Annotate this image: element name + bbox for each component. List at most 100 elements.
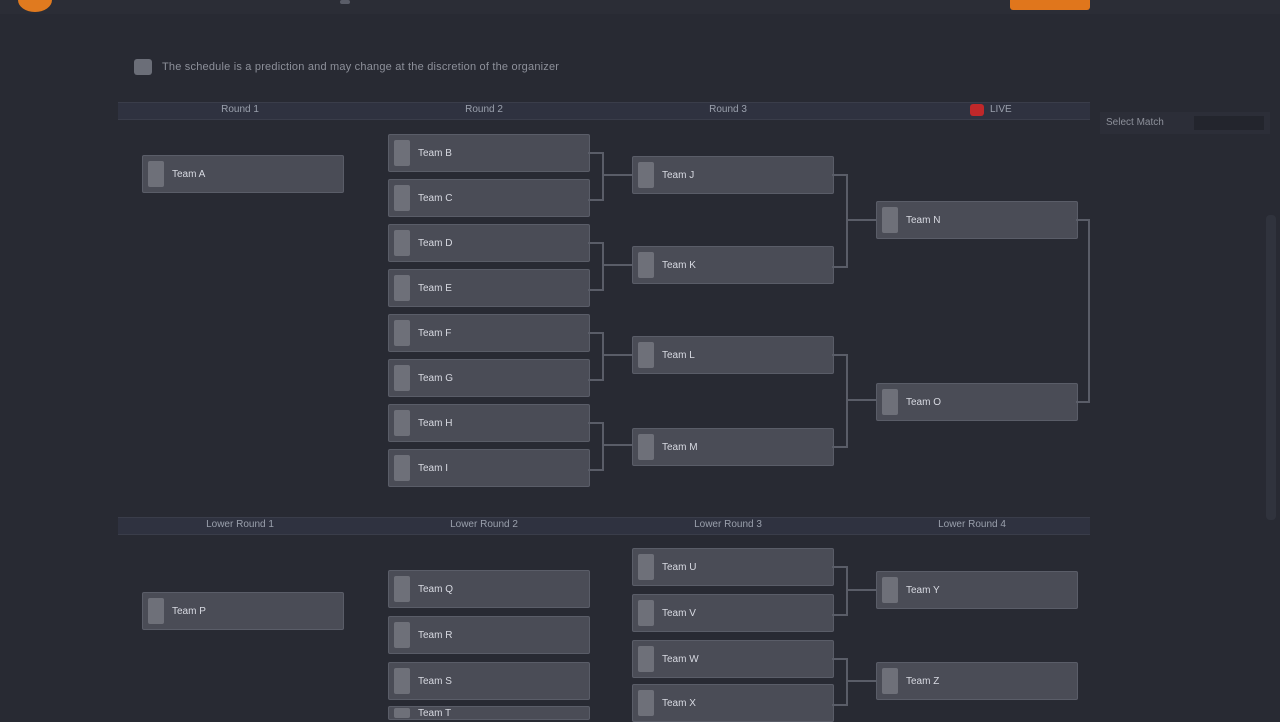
team-logo-icon bbox=[148, 161, 164, 187]
bracket-connector bbox=[588, 152, 604, 201]
match-card[interactable]: Team F bbox=[388, 314, 590, 352]
match-card[interactable]: Team Z bbox=[876, 662, 1078, 700]
match-card[interactable]: Team C bbox=[388, 179, 590, 217]
bracket-connector bbox=[832, 354, 848, 448]
match-card[interactable]: Team W bbox=[632, 640, 834, 678]
stage-label: Lower Round 1 bbox=[206, 519, 274, 530]
team-name: Team O bbox=[906, 396, 942, 408]
notice-text: The schedule is a prediction and may cha… bbox=[162, 61, 560, 73]
primary-cta-button[interactable] bbox=[1010, 0, 1090, 10]
team-logo-icon bbox=[638, 600, 654, 626]
match-card[interactable]: Team Y bbox=[876, 571, 1078, 609]
side-panel-button[interactable] bbox=[1194, 116, 1264, 130]
team-name: Team D bbox=[418, 237, 453, 249]
match-card[interactable]: Team U bbox=[632, 548, 834, 586]
bracket-connector bbox=[602, 354, 632, 356]
team-name: Team X bbox=[662, 697, 696, 709]
bracket-connector bbox=[588, 422, 604, 471]
stage-label: Round 3 bbox=[709, 104, 747, 115]
bracket-connector bbox=[602, 174, 632, 176]
match-card[interactable]: Team N bbox=[876, 201, 1078, 239]
match-card[interactable]: Team V bbox=[632, 594, 834, 632]
stage-label: Lower Round 2 bbox=[450, 519, 518, 530]
team-name: Team E bbox=[418, 282, 452, 294]
team-logo-icon bbox=[638, 252, 654, 278]
match-card[interactable]: Team O bbox=[876, 383, 1078, 421]
team-name: Team L bbox=[662, 349, 695, 361]
team-logo-icon bbox=[638, 690, 654, 716]
match-card[interactable]: Team B bbox=[388, 134, 590, 172]
team-logo-icon bbox=[638, 434, 654, 460]
team-logo-icon bbox=[394, 622, 410, 648]
team-logo-icon bbox=[882, 577, 898, 603]
menu-dot[interactable] bbox=[340, 0, 350, 4]
match-card[interactable]: Team M bbox=[632, 428, 834, 466]
live-label: LIVE bbox=[990, 104, 1012, 115]
match-card[interactable]: Team K bbox=[632, 246, 834, 284]
bracket-connector bbox=[602, 264, 632, 266]
team-logo-icon bbox=[638, 646, 654, 672]
match-card[interactable]: Team T bbox=[388, 706, 590, 720]
live-indicator-icon bbox=[970, 104, 984, 116]
team-name: Team S bbox=[418, 675, 452, 687]
team-logo-icon bbox=[394, 365, 410, 391]
team-logo-icon bbox=[148, 598, 164, 624]
team-logo-icon bbox=[394, 410, 410, 436]
stage-label: Round 1 bbox=[221, 104, 259, 115]
match-card[interactable]: Team I bbox=[388, 449, 590, 487]
bracket-connector bbox=[846, 680, 876, 682]
upper-bracket-stage-bar: Round 1 Round 2 Round 3 bbox=[118, 102, 1090, 120]
match-card[interactable]: Team A bbox=[142, 155, 344, 193]
team-name: Team N bbox=[906, 214, 941, 226]
team-name: Team T bbox=[418, 707, 452, 719]
team-logo-icon bbox=[394, 140, 410, 166]
match-card[interactable]: Team H bbox=[388, 404, 590, 442]
match-card[interactable]: Team X bbox=[632, 684, 834, 722]
bracket-connector bbox=[832, 658, 848, 706]
team-logo-icon bbox=[394, 185, 410, 211]
team-name: Team H bbox=[418, 417, 453, 429]
team-logo-icon bbox=[394, 455, 410, 481]
team-name: Team I bbox=[418, 462, 449, 474]
team-name: Team U bbox=[662, 561, 697, 573]
match-card[interactable]: Team L bbox=[632, 336, 834, 374]
match-card[interactable]: Team G bbox=[388, 359, 590, 397]
team-logo-icon bbox=[394, 576, 410, 602]
match-card[interactable]: Team Q bbox=[388, 570, 590, 608]
team-logo-icon bbox=[394, 320, 410, 346]
team-logo-icon bbox=[394, 230, 410, 256]
team-name: Team W bbox=[662, 653, 699, 665]
team-name: Team R bbox=[418, 629, 453, 641]
bracket-connector bbox=[832, 174, 848, 268]
team-name: Team P bbox=[172, 605, 206, 617]
notice-banner: The schedule is a prediction and may cha… bbox=[134, 56, 559, 78]
team-name: Team J bbox=[662, 169, 695, 181]
team-logo-icon bbox=[638, 162, 654, 188]
bracket-connector bbox=[588, 242, 604, 291]
scrollbar[interactable] bbox=[1266, 215, 1276, 520]
match-card[interactable]: Team R bbox=[388, 616, 590, 654]
bracket-connector bbox=[602, 444, 632, 446]
team-name: Team C bbox=[418, 192, 453, 204]
match-card[interactable]: Team J bbox=[632, 156, 834, 194]
stage-label: Lower Round 4 bbox=[938, 519, 1006, 530]
team-logo-icon bbox=[394, 668, 410, 694]
logo-icon[interactable] bbox=[18, 0, 52, 12]
info-icon bbox=[134, 59, 152, 75]
team-name: Team B bbox=[418, 147, 452, 159]
side-panel-tab[interactable]: Select Match bbox=[1100, 112, 1270, 134]
match-card[interactable]: Team D bbox=[388, 224, 590, 262]
team-name: Team M bbox=[662, 441, 698, 453]
bracket-connector bbox=[1076, 219, 1090, 403]
match-card[interactable]: Team P bbox=[142, 592, 344, 630]
team-name: Team V bbox=[662, 607, 696, 619]
team-name: Team G bbox=[418, 372, 454, 384]
team-name: Team A bbox=[172, 168, 206, 180]
bracket-connector bbox=[846, 399, 876, 401]
team-logo-icon bbox=[638, 554, 654, 580]
team-logo-icon bbox=[394, 708, 410, 718]
match-card[interactable]: Team E bbox=[388, 269, 590, 307]
team-logo-icon bbox=[638, 342, 654, 368]
lower-bracket-stage-bar: Lower Round 1 Lower Round 2 Lower Round … bbox=[118, 517, 1090, 535]
match-card[interactable]: Team S bbox=[388, 662, 590, 700]
